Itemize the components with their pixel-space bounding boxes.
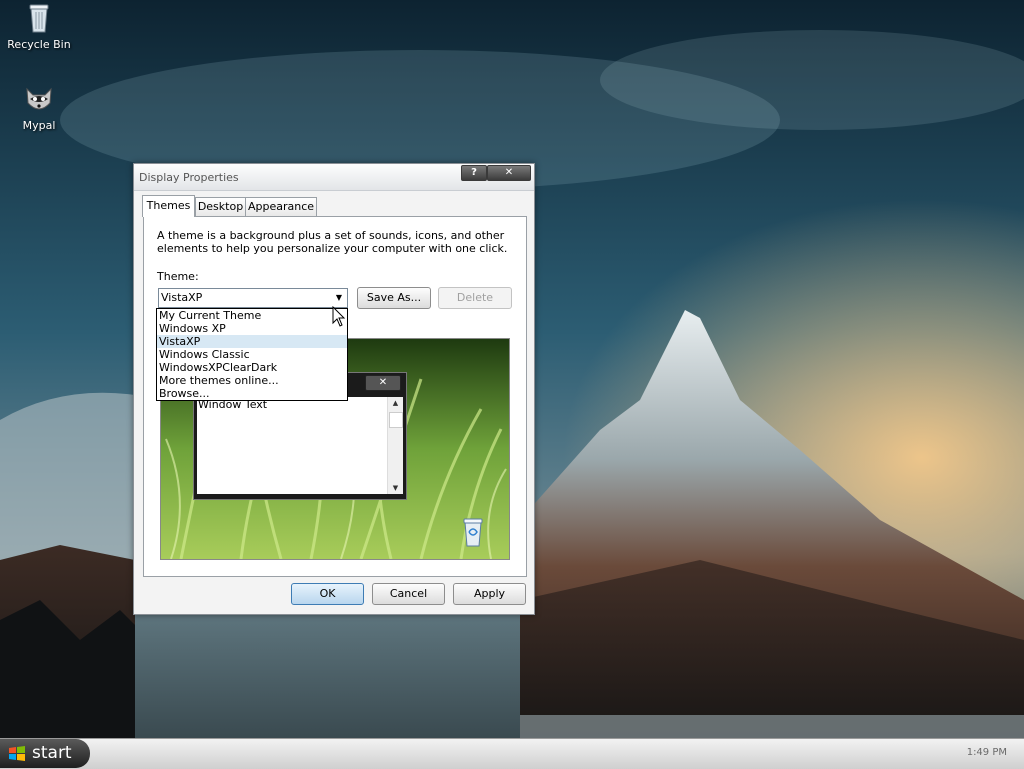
close-icon: ✕	[365, 375, 401, 391]
dropdown-option-selected[interactable]: VistaXP	[157, 335, 347, 348]
desktop-icon-recycle-bin[interactable]: Recycle Bin	[1, 2, 77, 51]
help-button[interactable]: ?	[461, 165, 487, 181]
dropdown-option[interactable]: More themes online...	[157, 374, 347, 387]
cancel-button[interactable]: Cancel	[372, 583, 445, 605]
preview-scrollbar: ▲ ▼	[387, 397, 403, 494]
preview-window-client: Window Text ▲ ▼	[197, 397, 403, 494]
dropdown-option[interactable]: My Current Theme	[157, 309, 347, 322]
title-bar[interactable]: Display Properties ? ✕	[134, 164, 534, 191]
windows-logo-icon	[9, 746, 25, 761]
desktop-icon-label: Recycle Bin	[7, 38, 71, 51]
dialog-title: Display Properties	[139, 171, 239, 184]
dropdown-option[interactable]: Windows Classic	[157, 348, 347, 361]
apply-button[interactable]: Apply	[453, 583, 526, 605]
theme-select-value: VistaXP	[161, 291, 203, 304]
theme-label: Theme:	[157, 270, 199, 283]
tab-desktop[interactable]: Desktop	[195, 197, 246, 216]
recycle-bin-icon	[29, 4, 49, 33]
delete-button[interactable]: Delete	[438, 287, 512, 309]
chevron-down-icon[interactable]: ▼	[332, 290, 346, 306]
scroll-up-icon: ▲	[392, 399, 399, 407]
theme-description: A theme is a background plus a set of so…	[157, 229, 508, 255]
raccoon-icon	[26, 87, 52, 110]
tab-themes[interactable]: Themes	[142, 195, 195, 217]
start-button[interactable]: start	[0, 739, 90, 768]
start-label: start	[32, 743, 72, 763]
taskbar: start 1:49 PM	[0, 738, 1024, 769]
desktop-icon-label: Mypal	[22, 119, 56, 132]
theme-select[interactable]: VistaXP ▼	[158, 288, 348, 308]
dropdown-option[interactable]: Windows XP	[157, 322, 347, 335]
scroll-thumb	[389, 412, 403, 428]
close-button[interactable]: ✕	[487, 165, 531, 181]
dropdown-option[interactable]: WindowsXPClearDark	[157, 361, 347, 374]
dropdown-option[interactable]: Browse...	[157, 387, 347, 400]
theme-dropdown-list[interactable]: My Current Theme Windows XP VistaXP Wind…	[156, 308, 348, 401]
recycle-bin-icon	[463, 518, 483, 547]
desktop-icon-mypal[interactable]: Mypal	[1, 83, 77, 132]
scroll-down-icon: ▼	[392, 484, 399, 492]
mouse-cursor-icon	[332, 306, 346, 327]
tab-appearance[interactable]: Appearance	[245, 197, 317, 216]
system-clock[interactable]: 1:49 PM	[967, 747, 1007, 758]
save-as-button[interactable]: Save As...	[357, 287, 431, 309]
ok-button[interactable]: OK	[291, 583, 364, 605]
